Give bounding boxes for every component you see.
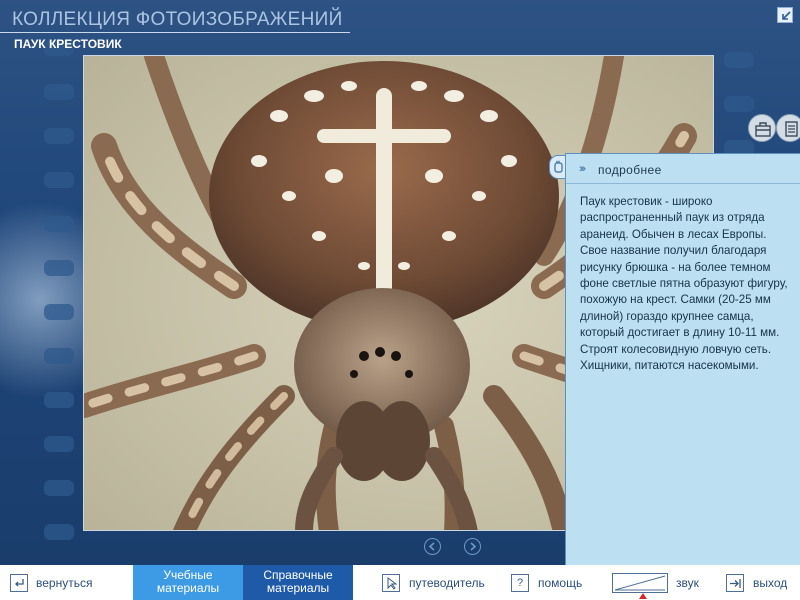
toolbox-icon <box>755 122 771 137</box>
info-panel-header[interactable]: ››› подробнее <box>566 154 800 184</box>
app-window: КОЛЛЕКЦИЯ ФОТОИЗОБРАЖЕНИЙ ПАУК КРЕСТОВИК <box>0 0 800 600</box>
tab-study-materials[interactable]: Учебные материалы <box>133 565 243 600</box>
return-arrow-icon <box>10 574 28 592</box>
tab-reference-materials[interactable]: Справочные материалы <box>243 565 353 600</box>
help-label: помощь <box>538 576 583 590</box>
help-button[interactable]: ? помощь <box>511 565 601 600</box>
volume-slider[interactable] <box>612 573 668 593</box>
document-button[interactable] <box>776 114 800 142</box>
next-photo-button[interactable] <box>464 538 481 555</box>
previous-photo-button[interactable] <box>424 538 441 555</box>
guide-button[interactable]: путеводитель <box>382 565 492 600</box>
guide-label: путеводитель <box>409 576 485 590</box>
title-divider <box>0 32 350 33</box>
info-panel: ››› подробнее Паук крестовик - широко ра… <box>565 153 800 565</box>
back-button[interactable]: вернуться <box>0 565 110 600</box>
tab-study-line2: материалы <box>156 581 220 595</box>
sound-label: звук <box>676 576 699 590</box>
chevrons-icon: ››› <box>579 163 586 175</box>
document-icon <box>785 121 798 137</box>
info-panel-heading: подробнее <box>598 163 662 177</box>
toolbox-button[interactable] <box>748 114 776 142</box>
hand-pointer-icon <box>554 160 563 173</box>
restore-arrow-icon <box>782 11 791 20</box>
cursor-icon <box>382 574 400 592</box>
exit-arrow-icon <box>726 574 744 592</box>
exit-button[interactable]: выход <box>726 565 800 600</box>
bottom-toolbar: вернуться Учебные материалы Справочные м… <box>0 565 800 600</box>
app-title: КОЛЛЕКЦИЯ ФОТОИЗОБРАЖЕНИЙ <box>12 9 343 30</box>
question-icon: ? <box>511 574 529 592</box>
volume-ramp-icon <box>614 575 666 591</box>
info-panel-text: Паук крестовик - широко распространенный… <box>580 195 788 373</box>
exit-label: выход <box>753 576 788 590</box>
restore-button[interactable] <box>777 7 793 23</box>
page-title: ПАУК КРЕСТОВИК <box>14 37 122 51</box>
arrow-right-icon <box>470 542 477 551</box>
back-label: вернуться <box>36 576 93 590</box>
volume-level-marker[interactable] <box>638 593 647 599</box>
tab-reference-line2: материалы <box>266 581 330 595</box>
film-strip-left <box>40 0 76 565</box>
arrow-left-icon <box>428 542 435 551</box>
